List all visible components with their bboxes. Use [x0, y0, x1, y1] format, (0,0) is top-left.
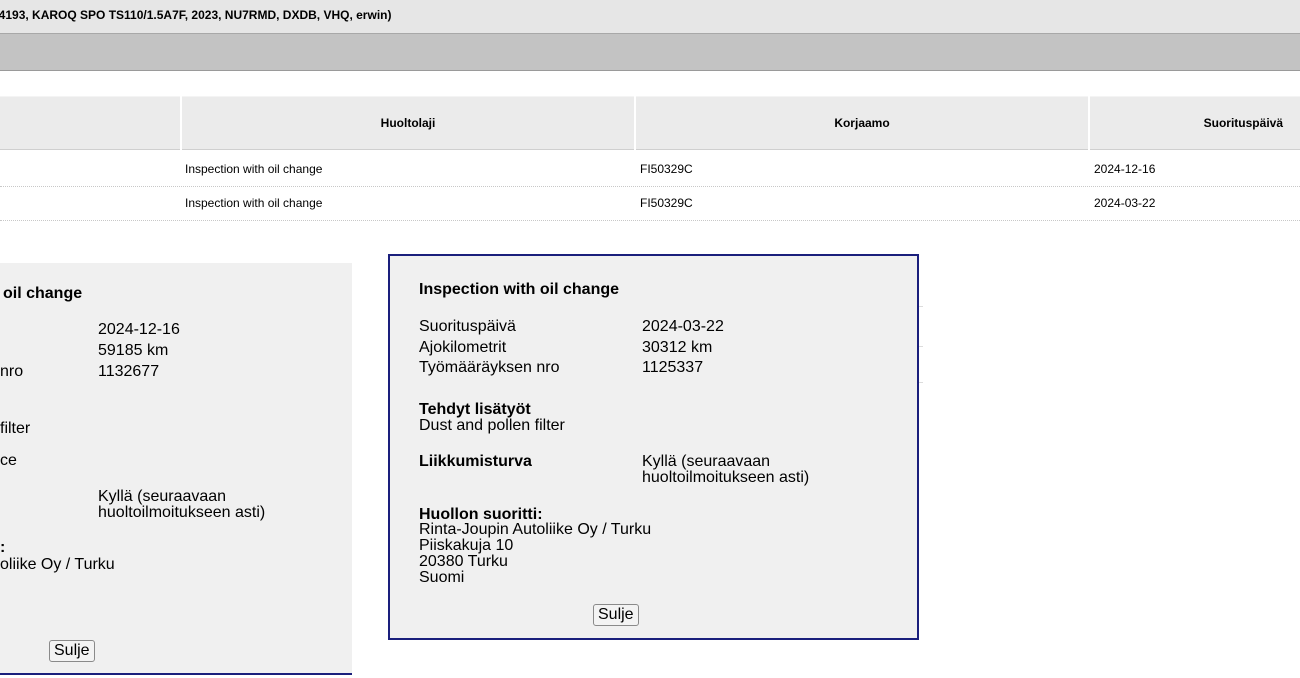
extra-work-title: Tehdyt lisätyöt — [419, 401, 531, 418]
cell-workshop: FI50329C — [640, 196, 693, 210]
table-row[interactable]: Inspection with oil change FI50329C 2024… — [0, 154, 1300, 187]
column-header-korjaamo[interactable]: Korjaamo — [636, 96, 1088, 150]
mobility-value-line2: huoltoilmoitukseen asti) — [98, 504, 266, 521]
column-header-suorituspaiva[interactable]: Suorituspäivä — [1090, 96, 1300, 150]
toolbar-strip — [0, 34, 1300, 71]
field-label-date: Suorituspäivä — [419, 318, 516, 335]
cell-workshop: FI50329C — [640, 162, 693, 176]
cell-service-type: Inspection with oil change — [185, 162, 323, 176]
extra-work-value: filter — [0, 420, 31, 437]
performer-name: Rinta-Joupin Autoliike Oy / Turku — [419, 521, 652, 538]
column-header-huoltolaji[interactable]: Huoltolaji — [182, 96, 634, 150]
cell-service-type: Inspection with oil change — [185, 196, 323, 210]
mobility-value-line1: Kyllä (seuraavaan — [642, 453, 771, 470]
field-order-value: 1132677 — [98, 363, 160, 380]
field-value-date: 2024-03-22 — [642, 318, 724, 335]
field-order-label: nro — [0, 363, 24, 380]
performer-title: : — [0, 539, 6, 556]
performer-street: Piiskakuja 10 — [419, 537, 514, 554]
close-button[interactable]: Sulje — [49, 640, 95, 662]
mobility-value-line2: huoltoilmoitukseen asti) — [642, 469, 810, 486]
extra-work-value: Dust and pollen filter — [419, 417, 565, 434]
window-title-bar: 54193, KAROQ SPO TS110/1.5A7F, 2023, NU7… — [0, 0, 1300, 34]
column-header-suorituspaiva-label: Suorituspäivä — [1203, 116, 1283, 130]
extra-line: ce — [0, 452, 17, 469]
performer-postal: 20380 Turku — [419, 553, 508, 570]
field-value-order: 1125337 — [642, 359, 704, 376]
service-detail-panel-left: oil change 2024-12-16 59185 km nro 11326… — [0, 263, 352, 675]
table-row[interactable]: Inspection with oil change FI50329C 2024… — [0, 188, 1300, 221]
field-mileage-value: 59185 km — [98, 342, 169, 359]
panel-title: oil change — [3, 285, 83, 302]
mobility-label: Liikkumisturva — [419, 453, 532, 470]
field-label-order: Työmääräyksen nro — [419, 359, 560, 376]
window-title: 54193, KAROQ SPO TS110/1.5A7F, 2023, NU7… — [0, 8, 392, 22]
cell-date: 2024-03-22 — [1094, 196, 1156, 210]
panel-title: Inspection with oil change — [419, 281, 620, 298]
field-value-mileage: 30312 km — [642, 339, 713, 356]
field-label-mileage: Ajokilometrit — [419, 339, 507, 356]
table-header-first — [0, 96, 180, 150]
field-date-value: 2024-12-16 — [98, 321, 180, 338]
close-button[interactable]: Sulje — [593, 604, 639, 626]
mobility-value-line1: Kyllä (seuraavaan — [98, 488, 227, 505]
performer-name: oliike Oy / Turku — [0, 556, 115, 573]
service-detail-panel: Inspection with oil change Suorituspäivä… — [388, 254, 919, 640]
cell-date: 2024-12-16 — [1094, 162, 1156, 176]
performer-country: Suomi — [419, 569, 465, 586]
